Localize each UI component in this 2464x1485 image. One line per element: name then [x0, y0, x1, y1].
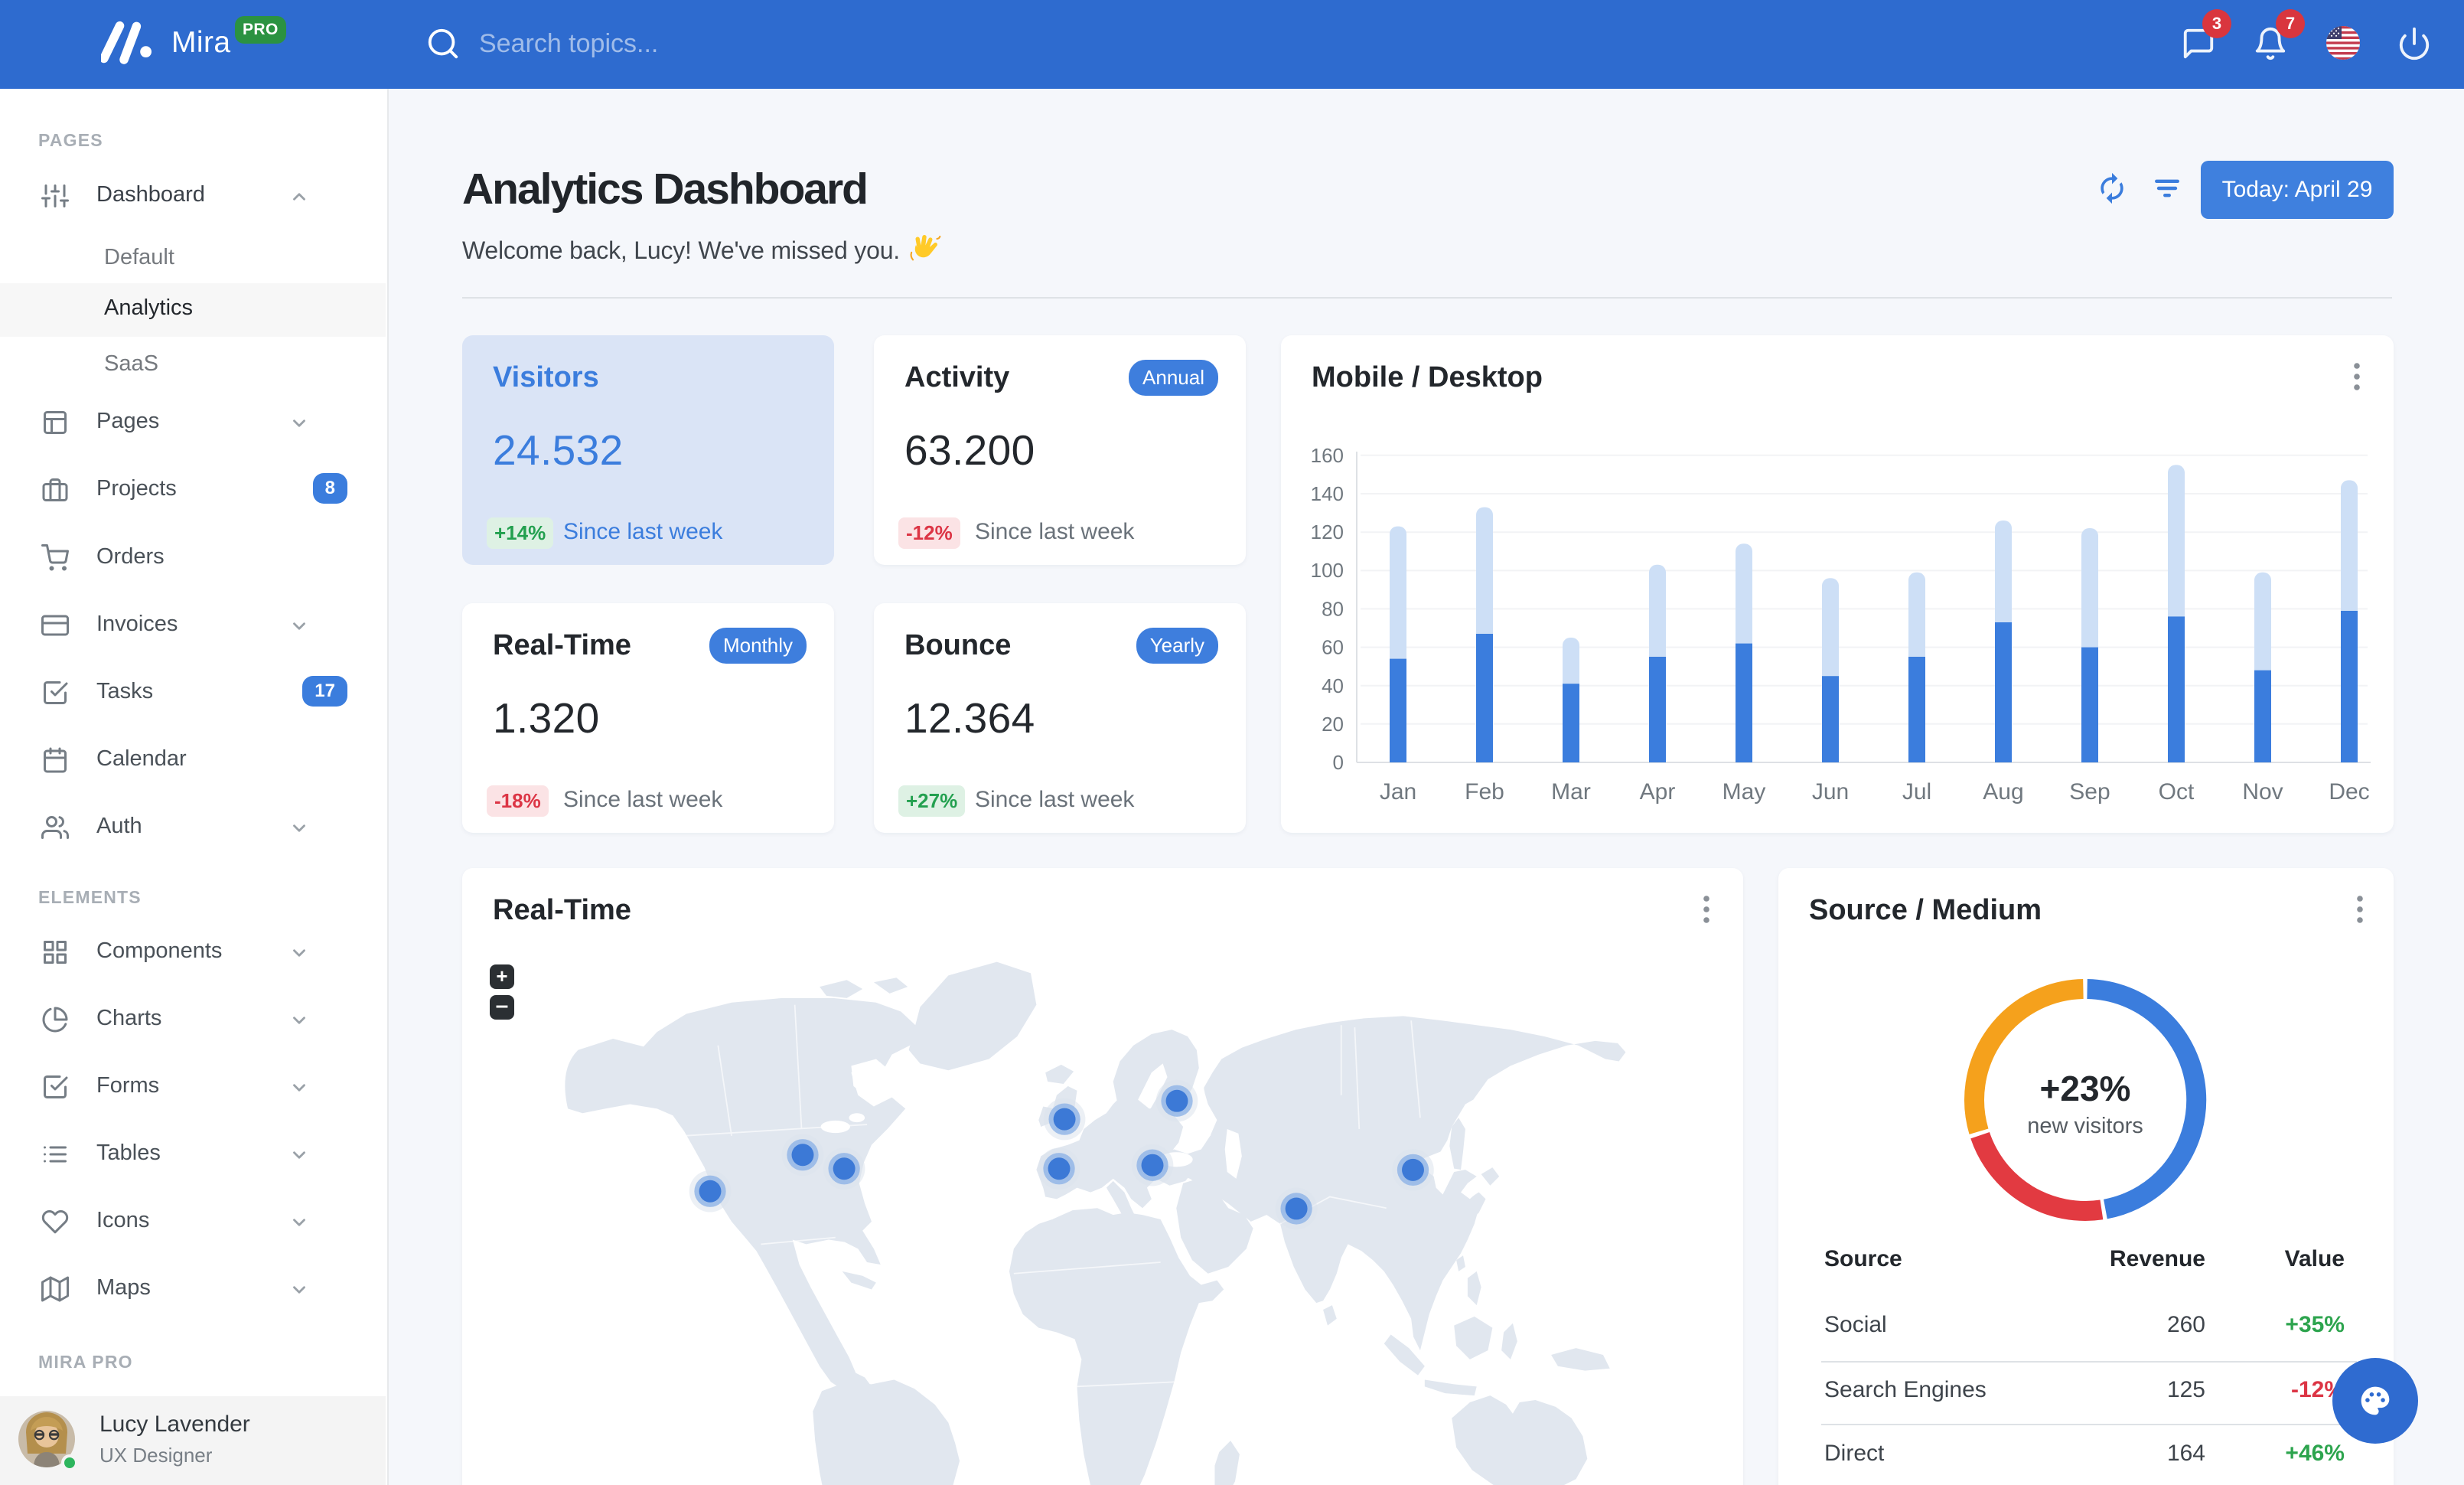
svg-text:Dec: Dec [2329, 779, 2369, 805]
svg-text:160: 160 [1311, 444, 1344, 467]
svg-text:140: 140 [1311, 482, 1344, 505]
svg-text:100: 100 [1311, 559, 1344, 582]
svg-text:new visitors: new visitors [2027, 1114, 2143, 1138]
svg-text:Oct: Oct [2159, 779, 2195, 805]
svg-text:Nov: Nov [2242, 779, 2283, 805]
svg-text:Feb: Feb [1465, 779, 1504, 805]
svg-text:60: 60 [1322, 636, 1344, 659]
svg-text:Aug: Aug [1983, 779, 2023, 805]
svg-text:Apr: Apr [1640, 779, 1676, 805]
svg-text:Jan: Jan [1380, 779, 1416, 805]
svg-text:20: 20 [1322, 713, 1344, 736]
svg-text:+23%: +23% [2040, 1069, 2131, 1108]
svg-text:Jun: Jun [1812, 779, 1849, 805]
svg-text:0: 0 [1333, 751, 1344, 774]
svg-text:80: 80 [1322, 597, 1344, 620]
svg-text:40: 40 [1322, 674, 1344, 697]
svg-text:May: May [1723, 779, 1766, 805]
svg-text:Mar: Mar [1551, 779, 1591, 805]
svg-text:120: 120 [1311, 521, 1344, 543]
svg-text:Sep: Sep [2069, 779, 2110, 805]
svg-text:Jul: Jul [1902, 779, 1931, 805]
